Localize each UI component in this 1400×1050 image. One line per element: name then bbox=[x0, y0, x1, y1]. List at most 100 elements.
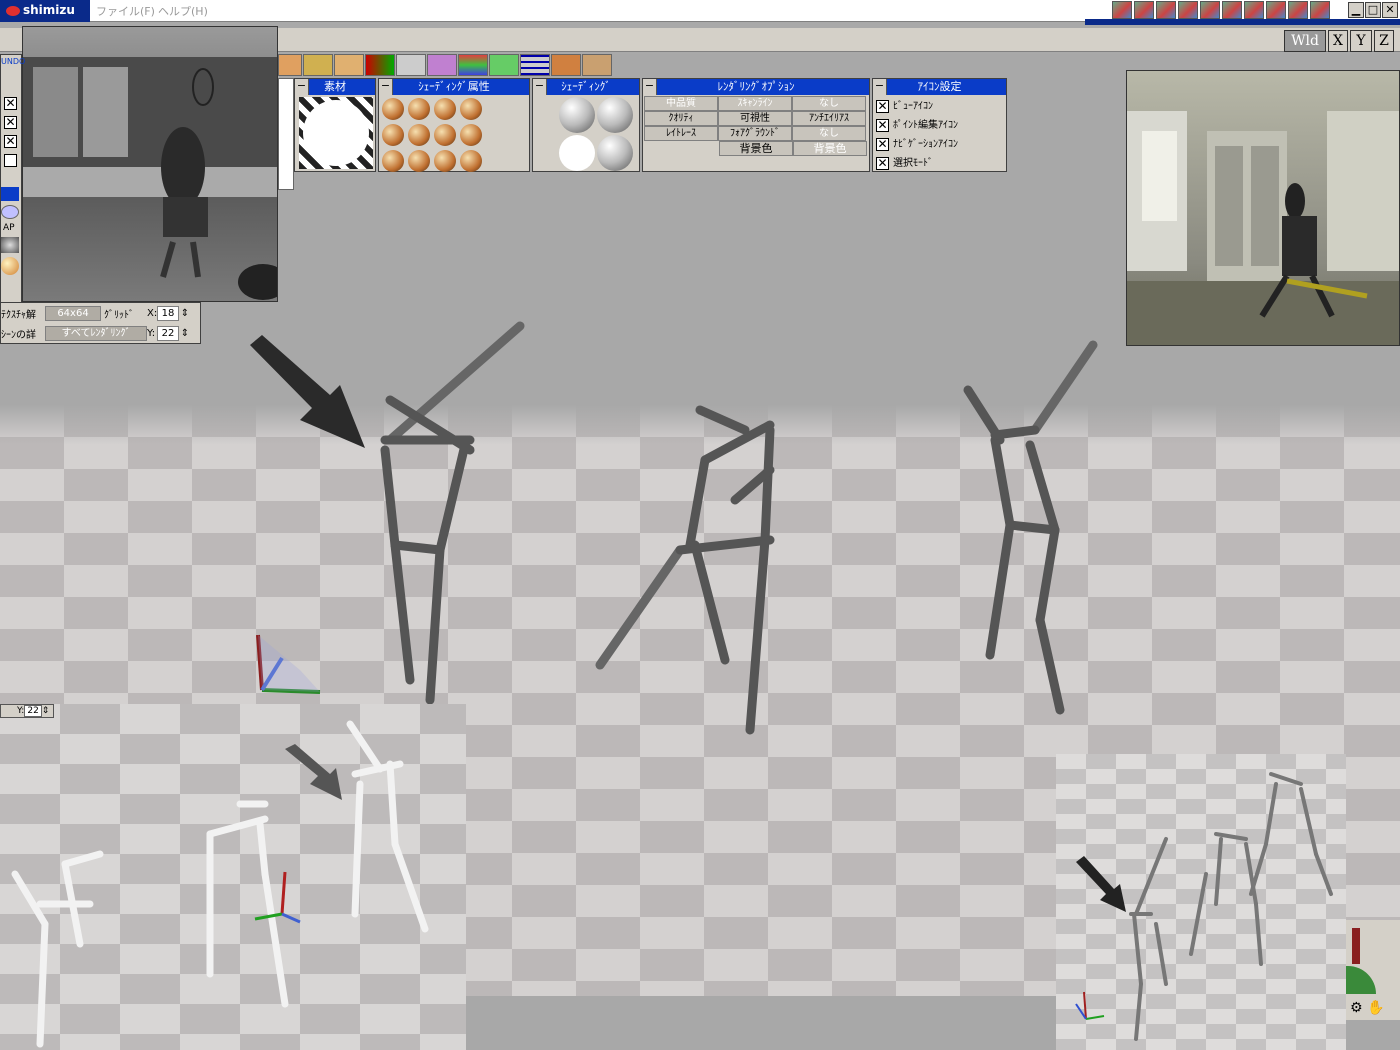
shade-tool-3-icon[interactable] bbox=[334, 54, 364, 76]
nav-joystick-icon[interactable] bbox=[1352, 928, 1360, 964]
stick-figure-3 bbox=[963, 340, 1098, 715]
left-toolbar: UNDO ✕ ✕ ✕ AP bbox=[0, 54, 25, 344]
shade-tool-4-icon[interactable] bbox=[365, 54, 395, 76]
render-collapse-button[interactable]: − bbox=[643, 79, 657, 95]
shade-tool-2-icon[interactable] bbox=[303, 54, 333, 76]
material-title: 素材 bbox=[324, 80, 346, 93]
render-options-panel: − ﾚﾝﾀﾞﾘﾝｸﾞｵﾌﾟｼｮﾝ 中品質 ｽｷｬﾝﾗｲﾝ なし ｸｵﾘﾃｨ 可視性 ｱﾝﾁ… bbox=[642, 78, 870, 172]
secondary-figures-right bbox=[1075, 772, 1333, 1041]
raytrace-button[interactable]: ﾚｲﾄﾚｰｽ bbox=[644, 126, 718, 141]
swatch-12[interactable] bbox=[460, 150, 482, 172]
secondary-viewport-left[interactable]: Y: 22 ⇕ bbox=[0, 704, 466, 1050]
foreground-button[interactable]: ﾌｫｱｸﾞﾗｳﾝﾄﾞ bbox=[718, 126, 792, 141]
grid-y-spinner-icon[interactable]: ⇕ bbox=[179, 328, 191, 339]
shade-sphere-2[interactable] bbox=[597, 97, 633, 133]
video-inset-right bbox=[1126, 70, 1400, 346]
swatch-5[interactable] bbox=[382, 124, 404, 146]
material-collapse-button[interactable]: − bbox=[295, 79, 309, 95]
shading-attr-collapse-button[interactable]: − bbox=[379, 79, 393, 95]
view-icon-checkbox[interactable]: ✕ bbox=[876, 99, 889, 113]
left-side-strip bbox=[278, 78, 294, 190]
scanline-value[interactable]: ｽｷｬﾝﾗｲﾝ bbox=[718, 96, 792, 111]
point-edit-checkbox[interactable]: ✕ bbox=[876, 118, 889, 132]
video-frame-left bbox=[23, 57, 277, 300]
shading-title: ｼｪｰﾃﾞｨﾝｸﾞ bbox=[561, 80, 611, 93]
navigation-widget: ⚙ ✋ bbox=[1346, 920, 1400, 1020]
ap-label: AP bbox=[3, 223, 15, 233]
navigation-checkbox[interactable]: ✕ bbox=[876, 137, 889, 151]
bg-color-button[interactable]: 背景色 bbox=[793, 141, 867, 156]
nav-tools-icon[interactable]: ⚙ ✋ bbox=[1350, 1000, 1384, 1016]
stick-figure-2 bbox=[595, 405, 775, 735]
grid-x-field[interactable]: 18 bbox=[157, 305, 179, 321]
left-check-4[interactable] bbox=[4, 154, 17, 167]
swatch-10[interactable] bbox=[408, 150, 430, 172]
swatch-11[interactable] bbox=[434, 150, 456, 172]
shade-tool-1-icon[interactable] bbox=[278, 54, 302, 76]
shade-tool-8-icon[interactable] bbox=[489, 54, 519, 76]
shade-tool-5-icon[interactable] bbox=[396, 54, 426, 76]
undo-label: UNDO bbox=[1, 57, 26, 66]
foreground-value[interactable]: なし bbox=[792, 126, 866, 141]
left-blue-tab[interactable] bbox=[1, 187, 19, 201]
render-options-title: ﾚﾝﾀﾞﾘﾝｸﾞｵﾌﾟｼｮﾝ bbox=[717, 80, 795, 93]
tools-icon[interactable] bbox=[582, 54, 612, 76]
antialias-value[interactable]: なし bbox=[792, 96, 866, 111]
select-mode-checkbox[interactable]: ✕ bbox=[876, 156, 889, 170]
texture-size-field[interactable]: 64x64 bbox=[45, 305, 101, 321]
nav-ground-icon bbox=[1346, 966, 1376, 994]
shading-swatch-grid bbox=[379, 95, 485, 175]
secondary-figures-left bbox=[11, 720, 429, 1048]
shade-sphere-4[interactable] bbox=[597, 135, 633, 171]
shade-tool-6-icon[interactable] bbox=[427, 54, 457, 76]
icon-settings-collapse-button[interactable]: − bbox=[873, 79, 887, 95]
grid-y-label: Y: bbox=[147, 327, 156, 339]
video-inset-left bbox=[22, 26, 278, 302]
left-lens-icon[interactable] bbox=[1, 205, 19, 219]
grid-tool-icon[interactable] bbox=[520, 54, 550, 76]
swatch-7[interactable] bbox=[434, 124, 456, 146]
scene-detail-field[interactable]: すべてﾚﾝﾀﾞﾘﾝｸﾞ bbox=[45, 325, 147, 341]
material-preview[interactable] bbox=[299, 97, 373, 169]
select-mode-label: 選択ﾓｰﾄﾞ bbox=[893, 158, 933, 169]
left-material-icon[interactable] bbox=[1, 257, 19, 275]
app-window: shimizu ファイル(F) ヘルプ(H) ▁ □ ✕ Wld X Y Z U… bbox=[0, 0, 1400, 1050]
undo-button[interactable]: UNDO bbox=[1, 55, 25, 75]
swatch-6[interactable] bbox=[408, 124, 430, 146]
navigation-label: ﾅﾋﾞｹﾞｰｼｮﾝｱｲｺﾝ bbox=[893, 139, 958, 150]
axes-gizmo bbox=[256, 634, 321, 694]
left-check-2[interactable]: ✕ bbox=[4, 116, 17, 129]
antialias-label: ｱﾝﾁｴｲﾘｱｽ bbox=[792, 111, 866, 126]
secondary-viewport-right[interactable] bbox=[1056, 754, 1346, 1050]
quality-value[interactable]: 中品質 bbox=[644, 96, 718, 111]
point-edit-label: ﾎﾟｲﾝﾄ編集ｱｲｺﾝ bbox=[893, 120, 958, 131]
grid-y-field[interactable]: 22 bbox=[157, 325, 179, 341]
grid-x-spinner-icon[interactable]: ⇕ bbox=[179, 308, 191, 319]
stick-figure-1 bbox=[380, 321, 525, 705]
bg-color-label: 背景色 bbox=[719, 141, 793, 156]
shading-toolbar bbox=[278, 54, 638, 78]
swatch-9[interactable] bbox=[382, 150, 404, 172]
swatch-8[interactable] bbox=[460, 124, 482, 146]
material-sphere-icon bbox=[303, 100, 369, 166]
left-check-1[interactable]: ✕ bbox=[4, 97, 17, 110]
texture-label: ﾃｸｽﾁｬ解 bbox=[1, 309, 36, 321]
swatch-4[interactable] bbox=[460, 98, 482, 120]
quality-label: ｸｵﾘﾃｨ bbox=[644, 111, 718, 126]
shade-sphere-1[interactable] bbox=[559, 97, 595, 133]
material-panel: − 素材 bbox=[294, 78, 376, 172]
left-check-3[interactable]: ✕ bbox=[4, 135, 17, 148]
shading-attr-panel: − ｼｪｰﾃﾞｨﾝｸﾞ属性 bbox=[378, 78, 530, 172]
grid-label: ｸﾞﾘｯﾄﾞ bbox=[104, 309, 134, 321]
swatch-2[interactable] bbox=[408, 98, 430, 120]
icon-settings-panel: − ｱｲｺﾝ設定 ✕ ﾋﾞｭｰｱｲｺﾝ ✕ ﾎﾟｲﾝﾄ編集ｱｲｺﾝ ✕ ﾅﾋﾞｹﾞｰｼｮ… bbox=[872, 78, 1007, 172]
shade-tool-7-icon[interactable] bbox=[458, 54, 488, 76]
swatch-1[interactable] bbox=[382, 98, 404, 120]
box-tool-icon[interactable] bbox=[551, 54, 581, 76]
shade-sphere-3[interactable] bbox=[559, 135, 595, 171]
left-sphere-icon[interactable] bbox=[1, 237, 19, 253]
shading-sphere-grid bbox=[533, 95, 639, 171]
shading-collapse-button[interactable]: − bbox=[533, 79, 547, 95]
shading-attr-title: ｼｪｰﾃﾞｨﾝｸﾞ属性 bbox=[418, 80, 490, 93]
swatch-3[interactable] bbox=[434, 98, 456, 120]
